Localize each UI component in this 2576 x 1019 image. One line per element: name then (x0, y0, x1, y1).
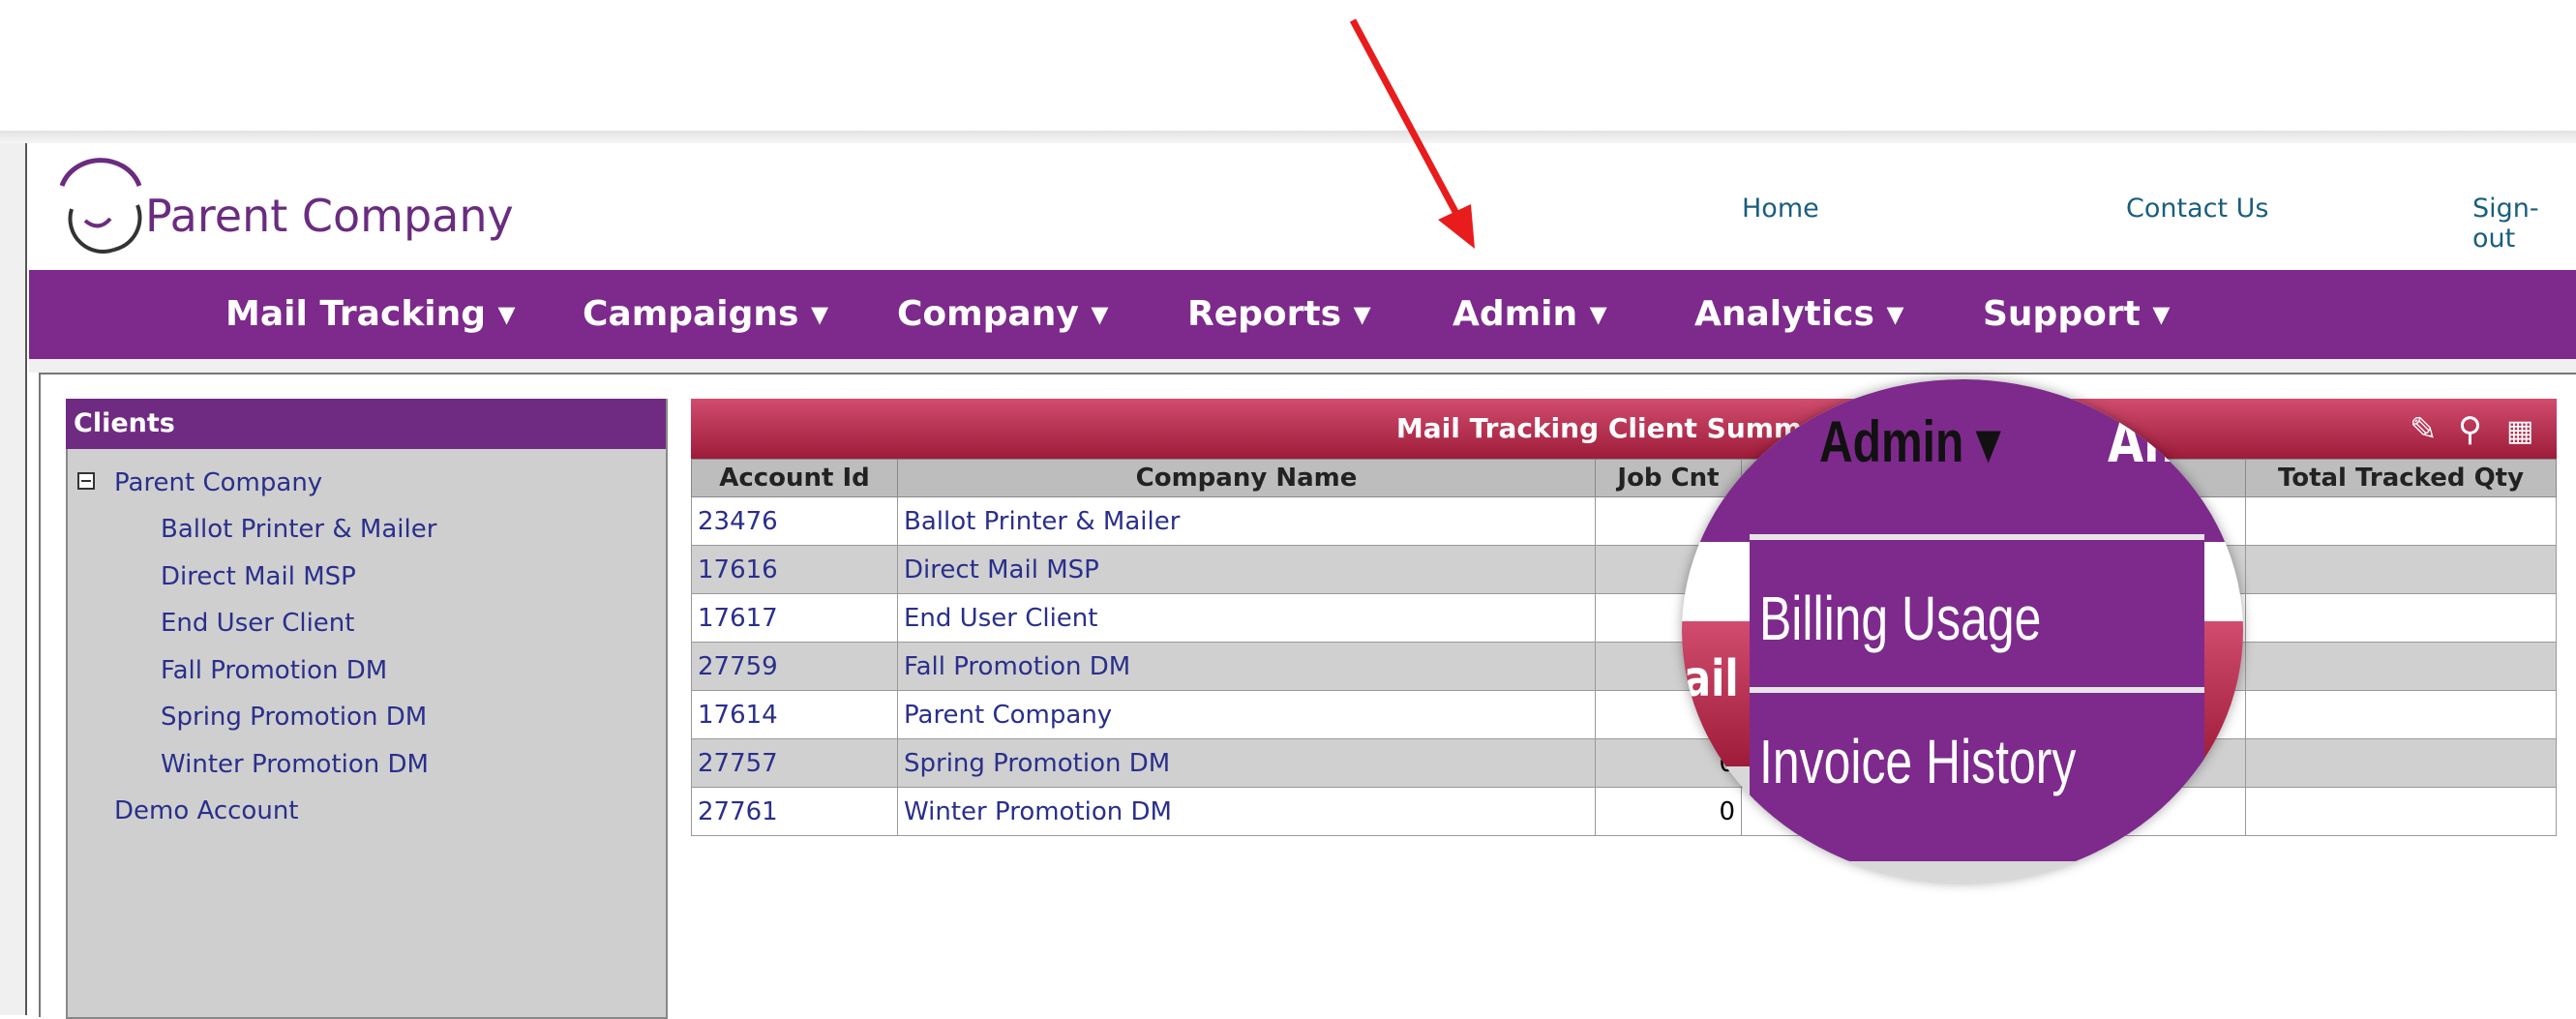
contact-us-link[interactable]: Contact Us (2126, 194, 2268, 224)
cell-empty (2245, 545, 2557, 594)
magnifier-analytics-partial: An (2108, 408, 2177, 476)
cell-account-id[interactable]: 17617 (691, 593, 898, 643)
nav-divider (29, 359, 2576, 373)
nav-admin[interactable]: Admin ▾ (1453, 294, 1607, 334)
search-icon[interactable]: ⚲ (2458, 410, 2482, 449)
cell-account-id[interactable]: 27757 (691, 738, 898, 788)
cell-company[interactable]: Direct Mail MSP (897, 545, 1596, 594)
nav-company[interactable]: Company ▾ (897, 294, 1108, 334)
cell-company[interactable]: Parent Company (897, 690, 1596, 739)
cell-empty (2245, 496, 2557, 546)
red-arrow-icon (1349, 18, 1475, 249)
cell-account-id[interactable]: 27759 (691, 642, 898, 691)
magnifier-partial-text: ail (1684, 650, 1739, 708)
menu-item-billing-usage[interactable]: Billing Usage (1759, 583, 2099, 654)
col-total-tracked-qty[interactable]: Total Tracked Qty (2245, 459, 2557, 497)
col-account-id[interactable]: Account Id (691, 459, 898, 497)
cell-empty (2245, 690, 2557, 739)
menu-item-invoice-history[interactable]: Invoice History (1759, 726, 2099, 797)
col-company-name[interactable]: Company Name (897, 459, 1596, 497)
sign-out-link[interactable]: Sign-out (2472, 194, 2576, 254)
nav-analytics[interactable]: Analytics ▾ (1694, 294, 1904, 334)
table-row[interactable]: 27761 Winter Promotion DM 0 (691, 787, 2557, 836)
grid-icon[interactable]: ▦ (2506, 414, 2533, 448)
tree-item-client[interactable]: Ballot Printer & Mailer (161, 515, 436, 544)
magnifier-admin-label: Admin ▾ (1819, 409, 2000, 474)
tree-item-client[interactable]: Winter Promotion DM (161, 750, 429, 779)
tree-item-client[interactable]: End User Client (161, 609, 354, 638)
table-row[interactable]: 27757 Spring Promotion DM 0 (691, 738, 2557, 788)
cell-company[interactable]: Winter Promotion DM (897, 787, 1596, 836)
client-summary-table: Account Id Company Name Job Cnt Total Tr… (691, 459, 2557, 836)
table-row[interactable]: 17616 Direct Mail MSP (691, 545, 2557, 594)
nav-mail-tracking[interactable]: Mail Tracking ▾ (225, 294, 516, 334)
magnifier-callout: ail Admin ▾ An Billing Usage Invoice His… (1682, 379, 2243, 883)
cell-account-id[interactable]: 27761 (691, 787, 898, 836)
edit-icon[interactable]: ✎ (2410, 410, 2438, 449)
menu-separator (1750, 687, 2204, 693)
table-row[interactable]: 27759 Fall Promotion DM (691, 642, 2557, 691)
table-row[interactable]: 17614 Parent Company (691, 690, 2557, 739)
cell-company[interactable]: Spring Promotion DM (897, 738, 1596, 788)
company-logo-icon (59, 158, 142, 254)
cell-empty (2245, 593, 2557, 643)
cell-empty (2245, 738, 2557, 788)
tree-item-client[interactable]: Direct Mail MSP (161, 562, 356, 591)
nav-reports[interactable]: Reports ▾ (1187, 294, 1371, 334)
table-row[interactable]: 17617 End User Client (691, 593, 2557, 643)
table-row[interactable]: 23476 Ballot Printer & Mailer (691, 496, 2557, 546)
grid-title: Mail Tracking Client Summary (691, 399, 2557, 459)
frame-left-bar (0, 143, 25, 1015)
cell-account-id[interactable]: 23476 (691, 496, 898, 546)
home-link[interactable]: Home (1742, 194, 1819, 224)
tree-item-demo-account[interactable]: Demo Account (114, 796, 299, 825)
cell-account-id[interactable]: 17614 (691, 690, 898, 739)
tree-item-parent-company[interactable]: Parent Company (114, 468, 322, 497)
tree-item-client[interactable]: Spring Promotion DM (161, 703, 427, 732)
tree-item-client[interactable]: Fall Promotion DM (161, 656, 387, 685)
collapse-icon[interactable] (77, 472, 95, 490)
cell-company[interactable]: Ballot Printer & Mailer (897, 496, 1596, 546)
magnifier-separator (1750, 534, 2204, 540)
cell-account-id[interactable]: 17616 (691, 545, 898, 594)
nav-support[interactable]: Support ▾ (1983, 294, 2170, 334)
brand-name: Parent Company (145, 190, 514, 242)
cell-company[interactable]: End User Client (897, 593, 1596, 643)
clients-header: Clients (66, 399, 666, 449)
top-shadow (0, 131, 2576, 144)
cell-empty (2245, 642, 2557, 691)
cell-company[interactable]: Fall Promotion DM (897, 642, 1596, 691)
nav-campaigns[interactable]: Campaigns ▾ (583, 294, 828, 334)
cell-empty (2245, 787, 2557, 836)
